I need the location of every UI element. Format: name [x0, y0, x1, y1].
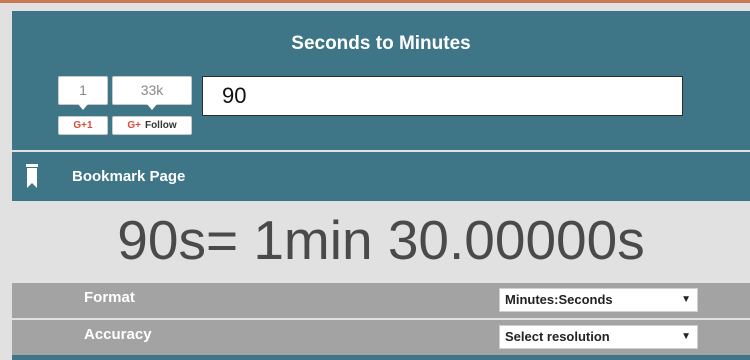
chevron-down-icon: ▼ — [681, 331, 691, 342]
conversion-result: 90s= 1min 30.00000s — [117, 209, 645, 271]
chevron-down-icon: ▼ — [681, 294, 691, 305]
bookmark-label: Bookmark Page — [72, 168, 186, 185]
follow-count: 33k — [140, 82, 164, 98]
page-title: Seconds to Minutes — [291, 33, 471, 54]
accuracy-label: Accuracy — [84, 326, 152, 343]
top-accent-line — [0, 0, 750, 3]
gplus-count: 1 — [79, 82, 87, 98]
follow-label: Follow — [144, 120, 177, 131]
format-select[interactable]: Minutes:Seconds ▼ — [499, 288, 698, 312]
accuracy-row: Accuracy Select resolution ▼ — [12, 320, 750, 355]
converter-header-panel: Seconds to Minutes 1 33k G+1 G+ Follow — [12, 11, 750, 150]
format-selected-value: Minutes:Seconds — [505, 292, 613, 307]
google-plus-icon: G+ — [127, 120, 141, 131]
bottom-strip — [12, 355, 750, 360]
follow-count-bubble: 33k — [112, 76, 192, 110]
bookmark-icon — [26, 164, 38, 188]
gplus-one-label: G+1 — [73, 120, 93, 131]
bookmark-bar[interactable]: Bookmark Page — [12, 152, 750, 201]
gplus-count-bubble: 1 — [58, 76, 108, 110]
gplus-one-button[interactable]: G+1 — [58, 116, 108, 135]
seconds-input[interactable] — [202, 76, 683, 116]
accuracy-select[interactable]: Select resolution ▼ — [499, 325, 698, 349]
google-follow-button[interactable]: G+ Follow — [112, 116, 192, 135]
accuracy-selected-value: Select resolution — [505, 329, 610, 344]
format-row: Format Minutes:Seconds ▼ — [12, 283, 750, 318]
format-label: Format — [84, 289, 135, 306]
